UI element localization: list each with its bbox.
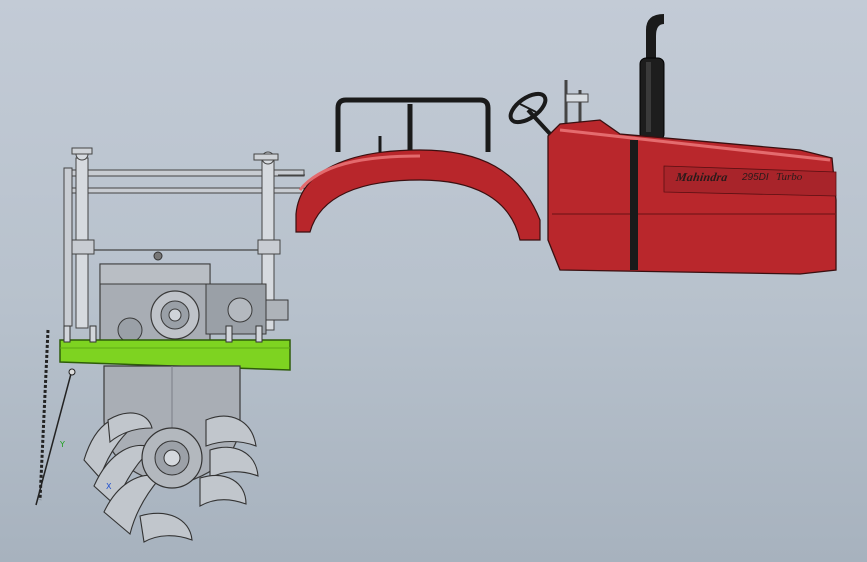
- hood-model-decal: 295DI: [742, 172, 769, 183]
- triad-y-label: Y: [60, 440, 65, 449]
- hood-brand-decal: Mahindra: [675, 170, 729, 184]
- tractor-model[interactable]: [0, 0, 867, 562]
- hood-variant-decal: Turbo: [776, 171, 803, 183]
- triad-x-label: X: [106, 482, 112, 491]
- engine-hood[interactable]: [547, 119, 837, 275]
- rotor-hub[interactable]: [141, 427, 203, 489]
- rear-fender[interactable]: [295, 149, 541, 241]
- exhaust-stack[interactable]: [639, 14, 665, 141]
- cad-viewport[interactable]: Mahindra 295DI Turbo Y X: [0, 0, 867, 562]
- roll-bar[interactable]: [335, 97, 491, 152]
- steering-wheel[interactable]: [506, 88, 554, 138]
